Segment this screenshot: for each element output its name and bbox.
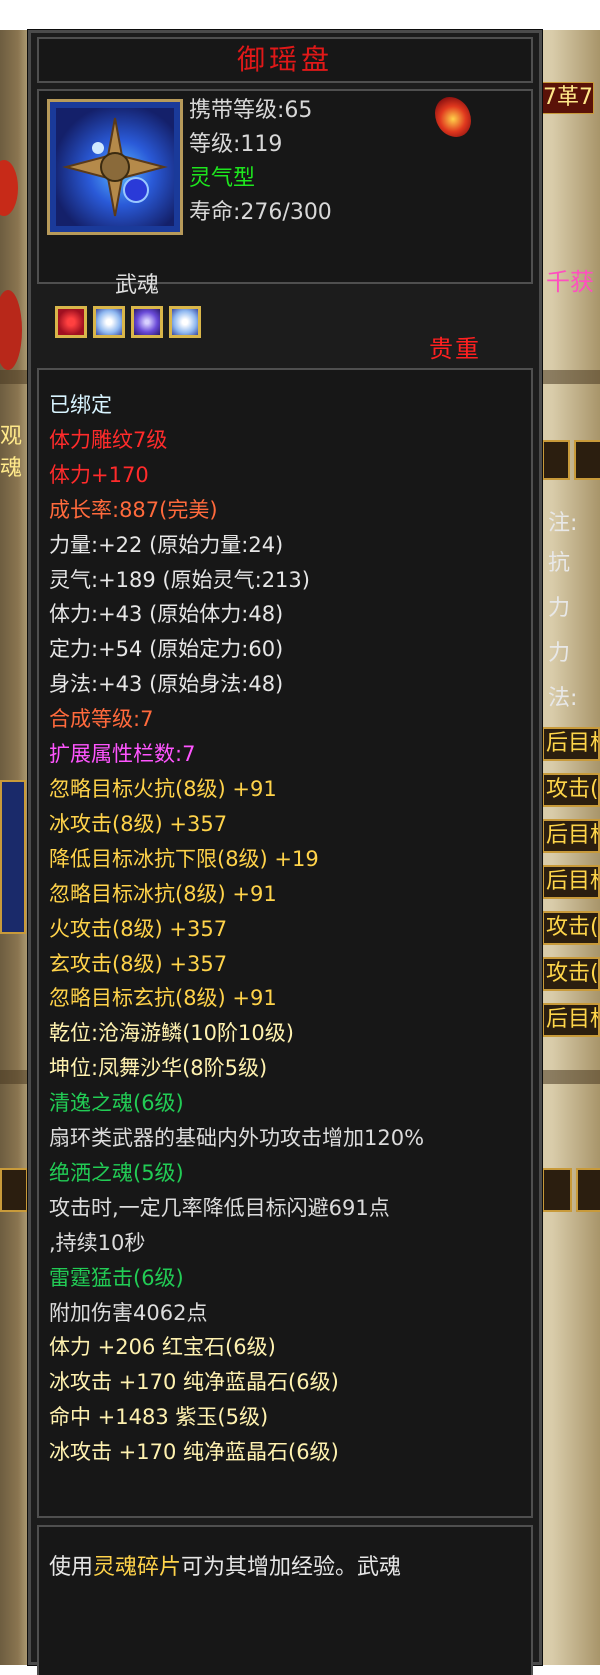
item-tooltip: 御瑶盘 携带等级:65 等级:119 灵气型 寿命:276/300 武魂 贵重 … — [27, 29, 543, 1675]
item-header-panel: 携带等级:65 等级:119 灵气型 寿命:276/300 — [37, 89, 533, 284]
attribute-line: 定力:+54 (原始定力:60) — [49, 637, 284, 662]
attribute-line: 玄攻击(8级) +357 — [49, 951, 228, 976]
attribute-line: 乾位:沧海游鳞(10阶10级) — [49, 1021, 294, 1046]
red-lantern-decor — [0, 290, 22, 370]
attribute-line: 灵气:+189 (原始灵气:213) — [49, 567, 310, 592]
right-side-tab[interactable] — [542, 440, 570, 480]
right-side-label: 7革7 — [542, 82, 594, 114]
blue-crystal-icon — [93, 306, 125, 338]
precious-label: 贵重 — [429, 335, 481, 363]
right-side-button[interactable]: 攻击(8 — [542, 957, 600, 991]
left-side-char: 观 — [0, 424, 23, 449]
right-side-char: 力 — [548, 596, 571, 621]
blue-crystal-icon — [169, 306, 201, 338]
item-lifespan: 寿命:276/300 — [189, 200, 332, 225]
attribute-line: 清逸之魂(6级) — [49, 1091, 184, 1116]
attribute-line: 体力+170 — [49, 462, 149, 487]
footer-hint: 使用灵魂碎片可为其增加经验。武魂 — [49, 1549, 401, 1581]
right-side-button[interactable]: 攻击(8 — [542, 773, 600, 807]
attribute-line: 附加伤害4062点 — [49, 1300, 208, 1325]
attribute-line: 扇环类武器的基础内外功攻击增加120% — [49, 1126, 425, 1151]
right-side-gain-label: 千获 — [546, 268, 594, 296]
attribute-line: 忽略目标玄抗(8级) +91 — [49, 986, 277, 1011]
red-gem-icon — [55, 306, 87, 338]
attribute-line: 已绑定 — [49, 393, 112, 417]
footer-prefix: 使用 — [49, 1555, 94, 1580]
carry-level: 携带等级:65 — [189, 98, 313, 123]
attribute-line: 冰攻击 +170 纯净蓝晶石(6级) — [49, 1370, 339, 1395]
item-type: 灵气型 — [189, 166, 256, 191]
footer-suffix: 可为其增加经验。武魂 — [181, 1555, 402, 1580]
right-side-button[interactable] — [542, 1168, 572, 1212]
right-side-char: 力 — [548, 641, 571, 666]
left-side-button[interactable] — [0, 1168, 28, 1212]
attribute-line: 命中 +1483 紫玉(5级) — [49, 1405, 269, 1430]
left-side-char: 魂 — [0, 456, 23, 481]
red-lantern-decor — [0, 160, 18, 216]
item-name: 御瑶盘 — [236, 43, 333, 76]
attribute-line: 扩展属性栏数:7 — [49, 742, 196, 767]
attribute-line: 体力雕纹7级 — [49, 427, 168, 452]
right-side-char: 抗 — [548, 551, 571, 576]
attribute-line: 坤位:凤舞沙华(8阶5级) — [49, 1056, 268, 1081]
right-side-button[interactable]: 后目标 — [542, 1003, 600, 1037]
left-side-skill-icon[interactable] — [0, 780, 26, 934]
right-side-button[interactable]: 后目标 — [542, 727, 600, 761]
attribute-line: 冰攻击 +170 纯净蓝晶石(6级) — [49, 1440, 339, 1465]
attribute-line: 忽略目标冰抗(8级) +91 — [49, 881, 277, 906]
right-side-button[interactable]: 后目标 — [542, 865, 600, 899]
right-side-button[interactable] — [576, 1168, 600, 1212]
item-icon — [47, 99, 183, 235]
attribute-line: 绝洒之魂(5级) — [49, 1160, 184, 1185]
shuriken-weapon-icon — [56, 108, 174, 226]
fire-element-icon — [435, 97, 471, 137]
right-side-char: 注: — [548, 511, 578, 536]
attribute-line: 合成等级:7 — [49, 707, 154, 732]
title-bar: 御瑶盘 — [37, 37, 533, 83]
attribute-line: 攻击时,一定几率降低目标闪避691点 — [49, 1195, 390, 1220]
soul-fragment-link[interactable]: 灵魂碎片 — [93, 1555, 181, 1580]
right-side-button[interactable]: 攻击(8 — [542, 911, 600, 945]
footer-panel: 使用灵魂碎片可为其增加经验。武魂 — [37, 1525, 533, 1675]
attribute-line: 体力 +206 红宝石(6级) — [49, 1335, 276, 1360]
attribute-line: 成长率:887(完美) — [49, 497, 218, 522]
attribute-line: ,持续10秒 — [49, 1230, 146, 1255]
purple-jade-icon — [131, 306, 163, 338]
attribute-line: 身法:+43 (原始身法:48) — [49, 672, 284, 697]
attribute-line: 降低目标冰抗下限(8级) +19 — [49, 846, 319, 871]
attribute-list: 已绑定体力雕纹7级 体力+170 成长率:887(完美) 力量:+22 (原始力量:2… — [49, 388, 527, 1470]
attributes-panel: 已绑定体力雕纹7级 体力+170 成长率:887(完美) 力量:+22 (原始力量:2… — [37, 368, 533, 1518]
right-side-char: 法: — [548, 686, 578, 711]
right-side-button[interactable]: 后目标 — [542, 819, 600, 853]
item-level: 等级:119 — [189, 132, 283, 157]
right-side-tab[interactable] — [574, 440, 600, 480]
soul-label: 武魂 — [115, 273, 160, 298]
attribute-line: 忽略目标火抗(8级) +91 — [49, 776, 277, 801]
attribute-line: 火攻击(8级) +357 — [49, 916, 228, 941]
attribute-line: 雷霆猛击(6级) — [49, 1265, 184, 1290]
attribute-line: 冰攻击(8级) +357 — [49, 811, 228, 836]
attribute-line: 力量:+22 (原始力量:24) — [49, 532, 284, 557]
attribute-line: 体力:+43 (原始体力:48) — [49, 602, 284, 627]
